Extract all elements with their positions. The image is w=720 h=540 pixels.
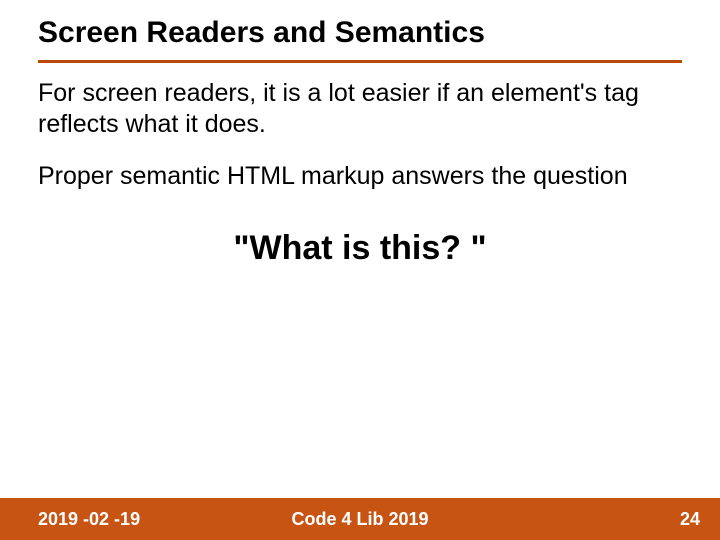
footer-page-number: 24: [680, 509, 700, 530]
slide: Screen Readers and Semantics For screen …: [0, 0, 720, 540]
footer-bar: 2019 -02 -19 Code 4 Lib 2019 24: [0, 498, 720, 540]
title-underline: [38, 60, 682, 63]
body-paragraph-2: Proper semantic HTML markup answers the …: [38, 161, 682, 192]
slide-body: For screen readers, it is a lot easier i…: [38, 78, 682, 269]
callout-text: "What is this? ": [38, 228, 682, 269]
body-paragraph-1: For screen readers, it is a lot easier i…: [38, 78, 682, 139]
slide-title: Screen Readers and Semantics: [38, 16, 485, 50]
footer-date: 2019 -02 -19: [38, 509, 140, 530]
